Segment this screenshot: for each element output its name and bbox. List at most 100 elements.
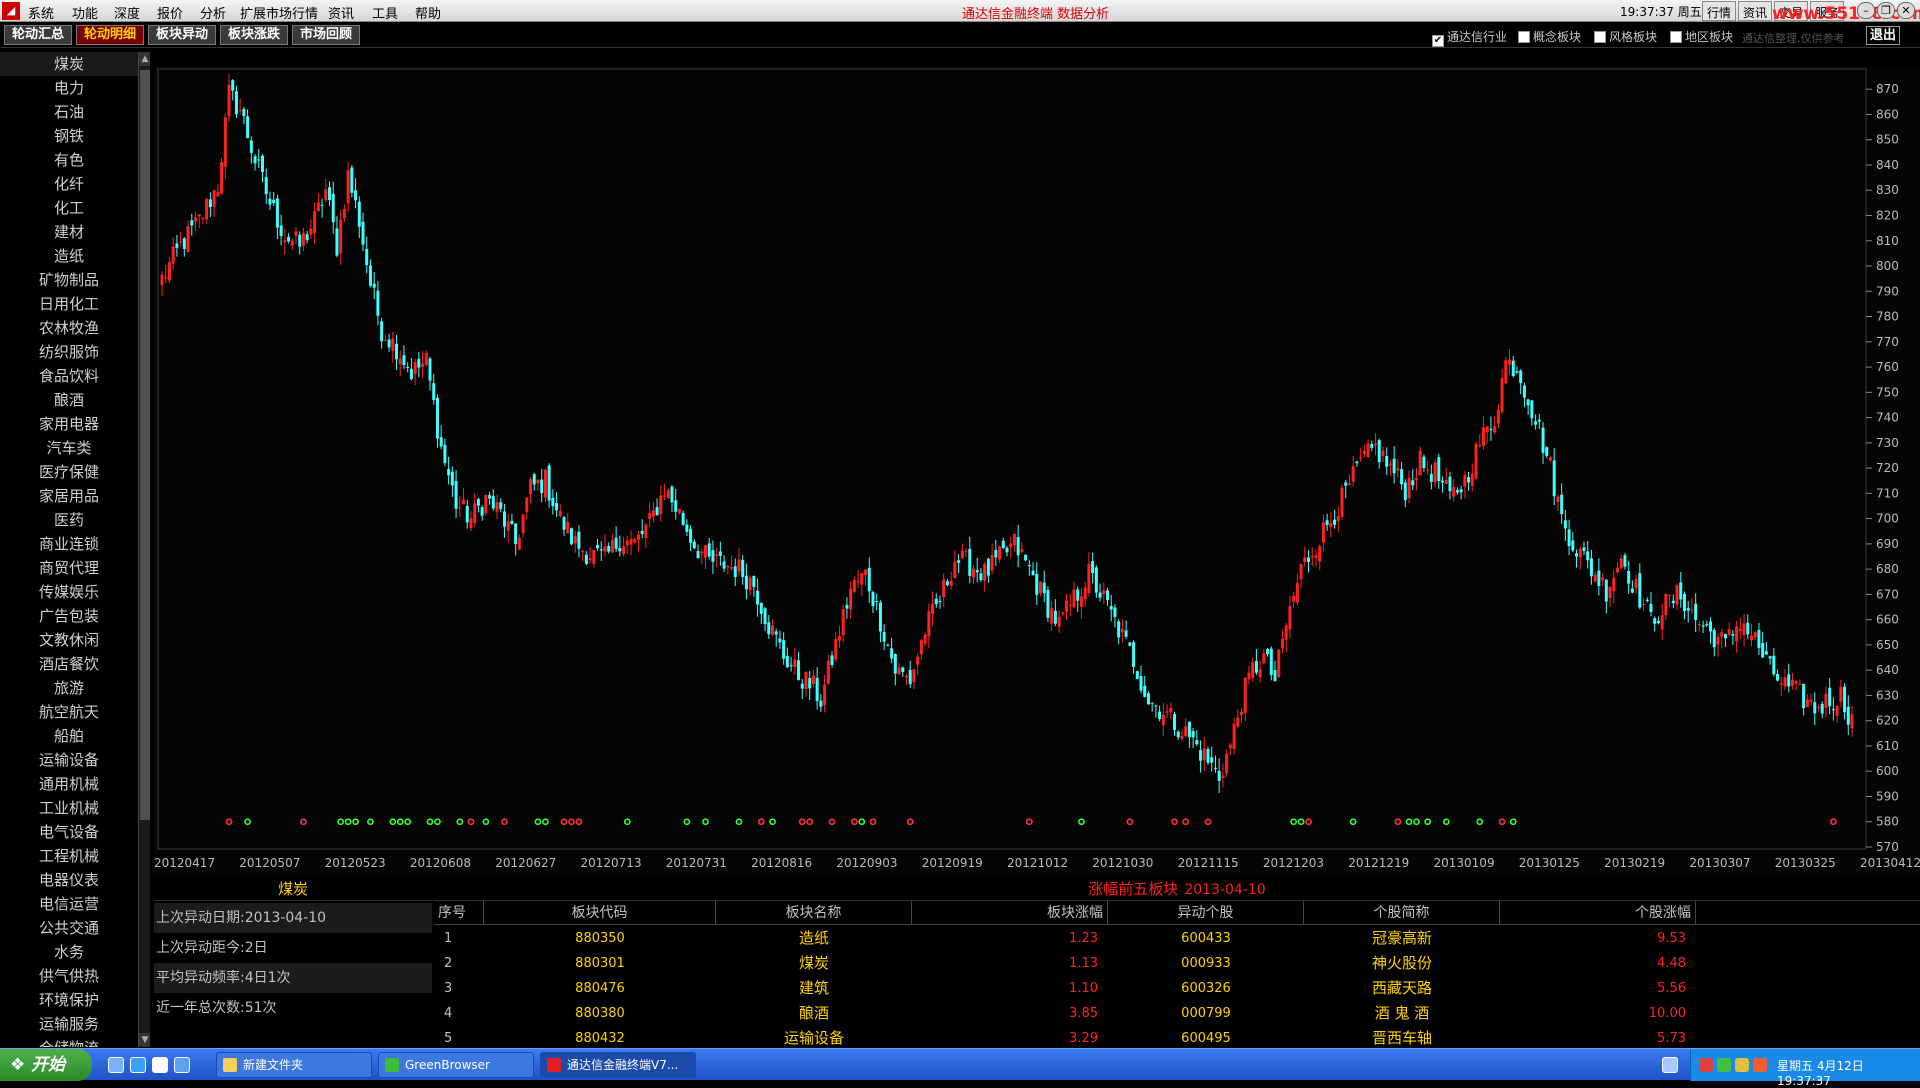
sidebar-item[interactable]: 供气供热 [0, 964, 138, 988]
sidebar-item[interactable]: 酒店餐饮 [0, 652, 138, 676]
menu-depth[interactable]: 深度 [114, 3, 140, 22]
checkbox-icon[interactable] [1594, 31, 1606, 43]
sidebar-item[interactable]: 电信运营 [0, 892, 138, 916]
sidebar-item[interactable]: 广告包装 [0, 604, 138, 628]
show-desktop-icon[interactable] [108, 1057, 124, 1073]
sidebar-item[interactable]: 电器仪表 [0, 868, 138, 892]
checkbox-concept[interactable]: 概念板块 [1518, 28, 1581, 45]
close-icon[interactable]: ✕ [1897, 2, 1915, 19]
sidebar-item[interactable]: 商业连锁 [0, 532, 138, 556]
table-row[interactable]: 3 880476 建筑 1.10 600326 西藏天路 5.56 [434, 976, 1920, 1001]
network-icon[interactable] [1717, 1058, 1731, 1072]
table-header-cell[interactable]: 个股简称 [1304, 901, 1500, 925]
sidebar-item[interactable]: 航空航天 [0, 700, 138, 724]
menu-analysis[interactable]: 分析 [200, 3, 226, 22]
sidebar-item[interactable]: 汽车类 [0, 436, 138, 460]
sidebar-item[interactable]: 建材 [0, 220, 138, 244]
table-header-cell[interactable]: 板块涨幅 [912, 901, 1108, 925]
sidebar-item[interactable]: 通用机械 [0, 772, 138, 796]
checkbox-region[interactable]: 地区板块 [1670, 28, 1733, 45]
sidebar-item[interactable]: 运输服务 [0, 1012, 138, 1036]
exit-button[interactable]: 退出 [1866, 26, 1900, 45]
task-tdx-terminal[interactable]: 通达信金融终端V7... [540, 1052, 696, 1078]
sidebar-item[interactable]: 煤炭 [0, 52, 138, 76]
sidebar-item[interactable]: 造纸 [0, 244, 138, 268]
security-icon[interactable] [1753, 1058, 1767, 1072]
restore-icon[interactable]: ❐ [1877, 2, 1895, 19]
sidebar-item[interactable]: 石油 [0, 100, 138, 124]
volume-icon[interactable] [1735, 1058, 1749, 1072]
sidebar-item[interactable]: 日用化工 [0, 292, 138, 316]
scroll-thumb[interactable] [140, 70, 150, 820]
sidebar-item[interactable]: 家用电器 [0, 412, 138, 436]
sidebar-item[interactable]: 公共交通 [0, 916, 138, 940]
sidebar-item[interactable]: 农林牧渔 [0, 316, 138, 340]
table-row[interactable]: 2 880301 煤炭 1.13 000933 神火股份 4.48 [434, 951, 1920, 976]
table-header-cell[interactable]: 序号 [434, 901, 484, 925]
menu-tools[interactable]: 工具 [372, 3, 398, 22]
menu-function[interactable]: 功能 [72, 3, 98, 22]
sidebar-item[interactable]: 纺织服饰 [0, 340, 138, 364]
tab-rotation-summary[interactable]: 轮动汇总 [4, 25, 72, 45]
menu-quote[interactable]: 报价 [157, 3, 183, 22]
tab-info[interactable]: 资讯 [1738, 1, 1773, 21]
tab-market[interactable]: 行情 [1702, 1, 1737, 21]
task-greenbrowser[interactable]: GreenBrowser [378, 1052, 534, 1078]
app-logo-icon[interactable]: ◢ [2, 2, 20, 20]
tab-rotation-detail[interactable]: 轮动明细 [76, 25, 144, 45]
checkbox-style[interactable]: 风格板块 [1594, 28, 1657, 45]
start-button[interactable]: ❖ 开始 [0, 1049, 92, 1081]
checkbox-icon[interactable] [1518, 31, 1530, 43]
tab-sector-change[interactable]: 板块涨跌 [220, 25, 288, 45]
checkbox-checked-icon[interactable]: ✔ [1432, 35, 1444, 47]
sidebar-item[interactable]: 船舶 [0, 724, 138, 748]
sidebar-item[interactable]: 化纤 [0, 172, 138, 196]
menu-news[interactable]: 资讯 [328, 3, 354, 22]
tab-market-review[interactable]: 市场回顾 [292, 25, 360, 45]
sidebar-item[interactable]: 水务 [0, 940, 138, 964]
sidebar-item[interactable]: 环境保护 [0, 988, 138, 1012]
sidebar-item[interactable]: 有色 [0, 148, 138, 172]
tray-app-icon[interactable] [1699, 1058, 1713, 1072]
minimize-icon[interactable]: – [1857, 2, 1875, 19]
task-new-folder[interactable]: 新建文件夹 [216, 1052, 372, 1078]
candlestick-chart[interactable]: 570 580 590 600 610 620 630 640 650 660 670 680 690 7… [154, 67, 1920, 875]
sidebar-item[interactable]: 医疗保健 [0, 460, 138, 484]
sidebar-item[interactable]: 运输设备 [0, 748, 138, 772]
sidebar-item[interactable]: 文教休闲 [0, 628, 138, 652]
table-header-cell[interactable]: 异动个股 [1108, 901, 1304, 925]
sidebar-item[interactable]: 食品饮料 [0, 364, 138, 388]
menu-help[interactable]: 帮助 [415, 3, 441, 22]
scroll-down-icon[interactable]: ▼ [139, 1033, 150, 1047]
sidebar-item[interactable]: 旅游 [0, 676, 138, 700]
menu-extended-market[interactable]: 扩展市场行情 [240, 3, 318, 22]
sidebar-item[interactable]: 传媒娱乐 [0, 580, 138, 604]
table-header-cell[interactable]: 板块代码 [484, 901, 716, 925]
sidebar-item[interactable]: 家居用品 [0, 484, 138, 508]
sidebar-item[interactable]: 仓储物流 [0, 1036, 138, 1047]
scroll-up-icon[interactable]: ▲ [139, 52, 150, 66]
sidebar-item[interactable]: 商贸代理 [0, 556, 138, 580]
table-row[interactable]: 4 880380 酿酒 3.85 000799 酒 鬼 酒 10.00 [434, 1001, 1920, 1026]
table-row[interactable]: 1 880350 造纸 1.23 600433 冠豪高新 9.53 [434, 926, 1920, 951]
sidebar-item[interactable]: 电力 [0, 76, 138, 100]
sidebar-item[interactable]: 钢铁 [0, 124, 138, 148]
media-icon[interactable] [152, 1057, 168, 1073]
checkbox-tdx-industry[interactable]: ✔ 通达信行业 [1432, 28, 1507, 47]
sidebar-item[interactable]: 工程机械 [0, 844, 138, 868]
menu-system[interactable]: 系统 [28, 3, 54, 22]
checkbox-icon[interactable] [1670, 31, 1682, 43]
sidebar-item[interactable]: 矿物制品 [0, 268, 138, 292]
table-header-cell[interactable]: 板块名称 [716, 901, 912, 925]
table-header-cell[interactable]: 个股涨幅 [1500, 901, 1696, 925]
browser-icon[interactable] [174, 1057, 190, 1073]
sidebar-item[interactable]: 电气设备 [0, 820, 138, 844]
sidebar-scrollbar[interactable]: ▲ ▼ [138, 52, 150, 1047]
sidebar-item[interactable]: 酿酒 [0, 388, 138, 412]
sidebar-item[interactable]: 化工 [0, 196, 138, 220]
ie-icon[interactable] [130, 1057, 146, 1073]
keyboard-icon[interactable] [1662, 1057, 1678, 1073]
sidebar-item[interactable]: 医药 [0, 508, 138, 532]
sidebar-item[interactable]: 工业机械 [0, 796, 138, 820]
tab-sector-anomaly[interactable]: 板块异动 [148, 25, 216, 45]
